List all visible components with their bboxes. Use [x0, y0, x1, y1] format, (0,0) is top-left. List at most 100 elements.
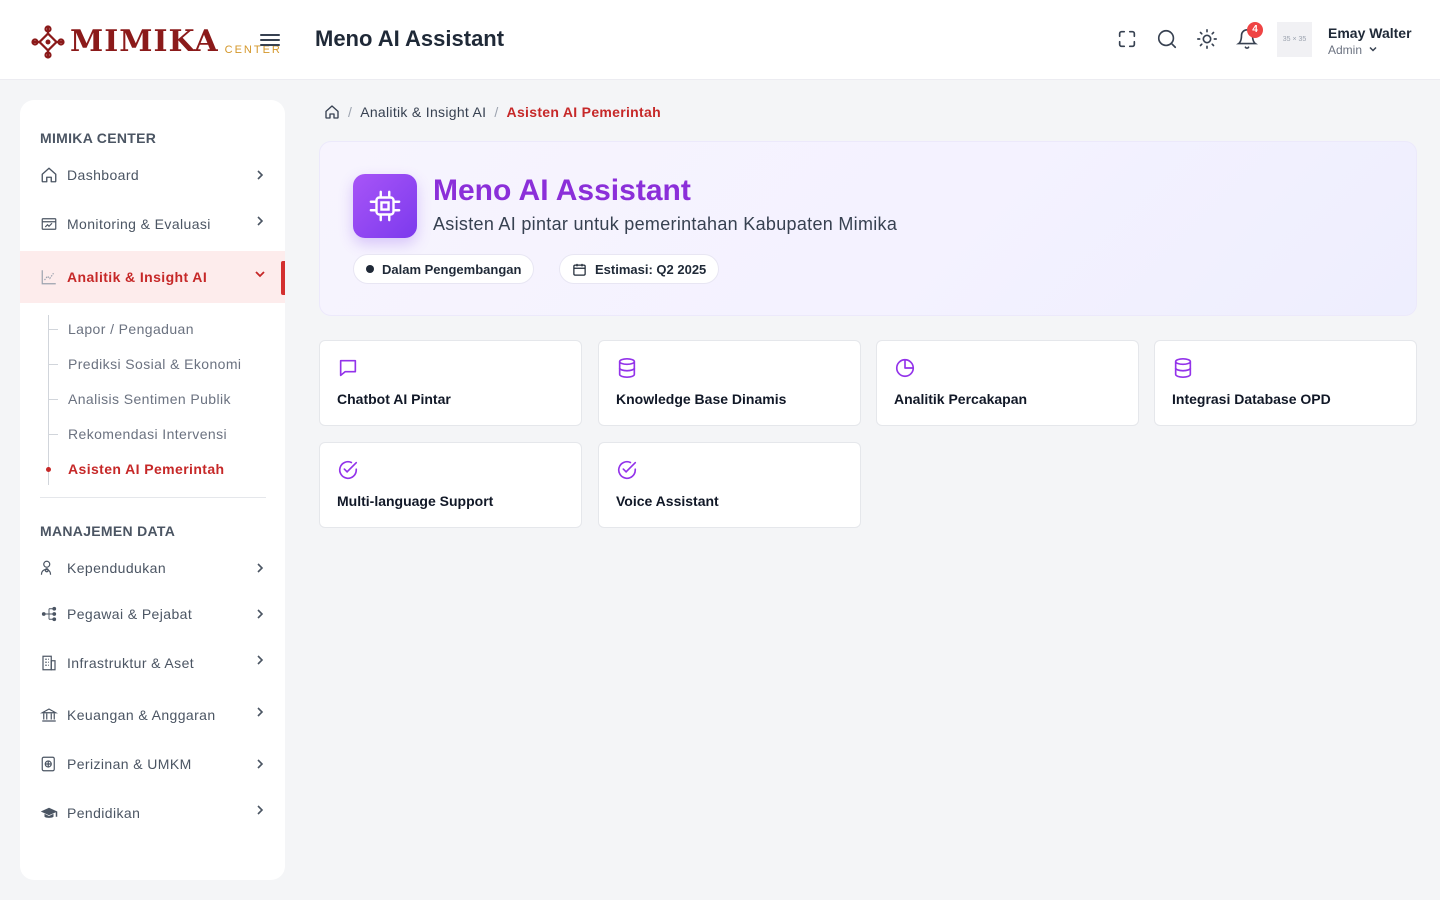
- submenu-item-rekomendasi[interactable]: Rekomendasi Intervensi: [48, 422, 285, 448]
- sidebar-item-analitik[interactable]: Analitik & Insight AI: [20, 251, 285, 303]
- chevron-down-icon: [1369, 46, 1377, 52]
- sidebar-divider: [40, 497, 266, 498]
- sidebar-item-label: Monitoring & Evaluasi: [67, 216, 211, 232]
- sidebar-item-monitoring[interactable]: Monitoring & Evaluasi: [20, 202, 285, 246]
- database-icon: [1172, 357, 1194, 379]
- page-title: Meno AI Assistant: [315, 26, 505, 51]
- chevron-right-icon: [257, 609, 264, 619]
- breadcrumb-current: Asisten AI Pemerintah: [506, 104, 661, 120]
- submenu-item-label: Prediksi Sosial & Ekonomi: [68, 356, 242, 372]
- submenu-item-sentimen[interactable]: Analisis Sentimen Publik: [48, 387, 285, 413]
- chevron-down-icon: [255, 271, 265, 278]
- chevron-right-icon: [257, 216, 264, 226]
- status-text: Dalam Pengembangan: [382, 261, 522, 277]
- feature-card-label: Analitik Percakapan: [894, 391, 1028, 407]
- sidebar-item-pegawai[interactable]: Pegawai & Pejabat: [20, 592, 285, 636]
- feature-card-label: Integrasi Database OPD: [1172, 391, 1331, 407]
- sun-theme-icon[interactable]: [1196, 28, 1218, 50]
- submenu-item-label: Rekomendasi Intervensi: [68, 426, 227, 442]
- top-header: MIMIKA CENTER Meno AI Assistant 4 35 × 3…: [0, 0, 1440, 80]
- feature-card-integrasi[interactable]: Integrasi Database OPD: [1154, 340, 1417, 426]
- sidebar-item-label: Perizinan & UMKM: [67, 756, 192, 772]
- monitor-chart-icon: [40, 215, 58, 233]
- breadcrumb-separator: /: [494, 104, 499, 120]
- submenu-item-lapor[interactable]: Lapor / Pengaduan: [48, 317, 285, 343]
- org-chart-icon: [40, 605, 58, 623]
- feature-card-multi-language[interactable]: Multi-language Support: [319, 442, 582, 528]
- check-circle-icon: [337, 459, 359, 481]
- users-icon: [40, 559, 58, 577]
- estimate-text: Estimasi: Q2 2025: [595, 261, 707, 277]
- breadcrumb: / Analitik & Insight AI / Asisten AI Pem…: [324, 104, 661, 120]
- breadcrumb-separator: /: [348, 104, 353, 120]
- user-role-label: Admin: [1328, 43, 1363, 57]
- sidebar-item-label: Keuangan & Anggaran: [67, 707, 216, 723]
- notification-badge: 4: [1247, 22, 1263, 38]
- sidebar-item-label: Analitik & Insight AI: [67, 269, 208, 285]
- check-circle-icon: [616, 459, 638, 481]
- chevron-right-icon: [257, 563, 264, 573]
- chevron-right-icon: [257, 759, 264, 769]
- feature-card-label: Knowledge Base Dinamis: [616, 391, 787, 407]
- sidebar-item-pendidikan[interactable]: Pendidikan: [20, 791, 285, 835]
- sidebar-item-label: Dashboard: [67, 167, 140, 183]
- cpu-chip-icon: [353, 174, 417, 238]
- menu-toggle-button[interactable]: [260, 31, 280, 49]
- submenu-item-label: Lapor / Pengaduan: [68, 321, 194, 337]
- avatar[interactable]: 35 × 35: [1277, 22, 1312, 57]
- chevron-right-icon: [257, 707, 264, 717]
- sidebar-item-keuangan[interactable]: Keuangan & Anggaran: [20, 693, 285, 737]
- calendar-icon: [573, 263, 586, 276]
- chevron-right-icon: [257, 805, 264, 815]
- status-badge: Dalam Pengembangan: [353, 254, 535, 284]
- line-chart-icon: [40, 268, 58, 286]
- pie-chart-icon: [894, 357, 916, 379]
- hero-subtitle: Asisten AI pintar untuk pemerintahan Kab…: [433, 214, 898, 234]
- active-dot: [46, 467, 51, 472]
- document-globe-icon: [40, 755, 58, 773]
- sidebar-item-dashboard[interactable]: Dashboard: [20, 153, 285, 197]
- sidebar-item-perizinan[interactable]: Perizinan & UMKM: [20, 742, 285, 786]
- sidebar-item-label: Kependudukan: [67, 560, 166, 576]
- sidebar-item-kependudukan[interactable]: Kependudukan: [20, 546, 285, 590]
- search-icon[interactable]: [1156, 28, 1178, 50]
- breadcrumb-parent[interactable]: Analitik & Insight AI: [360, 104, 486, 120]
- feature-card-voice-assistant[interactable]: Voice Assistant: [598, 442, 861, 528]
- active-indicator: [281, 261, 285, 295]
- submenu-item-label: Asisten AI Pemerintah: [68, 461, 225, 477]
- submenu-item-label: Analisis Sentimen Publik: [68, 391, 231, 407]
- sidebar: MIMIKA CENTER Dashboard Monitoring & Eva…: [20, 100, 285, 880]
- status-dot: [366, 265, 374, 273]
- estimate-badge: Estimasi: Q2 2025: [559, 254, 720, 284]
- logo-wordmark: MIMIKA: [70, 24, 219, 59]
- submenu-item-asisten-ai[interactable]: Asisten AI Pemerintah: [46, 457, 285, 483]
- mimika-logo[interactable]: MIMIKA CENTER: [30, 20, 282, 60]
- sidebar-section-title: MIMIKA CENTER: [40, 130, 157, 146]
- feature-card-knowledge-base[interactable]: Knowledge Base Dinamis: [598, 340, 861, 426]
- sidebar-item-infrastruktur[interactable]: Infrastruktur & Aset: [20, 641, 285, 685]
- sidebar-item-label: Infrastruktur & Aset: [67, 655, 195, 671]
- home-icon[interactable]: [324, 104, 340, 120]
- user-name[interactable]: Emay Walter: [1328, 25, 1412, 41]
- home-icon: [40, 166, 58, 184]
- bank-icon: [39, 706, 59, 724]
- fullscreen-icon[interactable]: [1116, 28, 1138, 50]
- database-icon: [616, 357, 638, 379]
- feature-card-label: Chatbot AI Pintar: [337, 391, 451, 407]
- user-role-dropdown[interactable]: Admin: [1328, 43, 1378, 57]
- feature-card-chatbot[interactable]: Chatbot AI Pintar: [319, 340, 582, 426]
- feature-card-label: Voice Assistant: [616, 493, 719, 509]
- sidebar-item-label: Pendidikan: [67, 805, 141, 821]
- graduation-cap-icon: [40, 804, 58, 822]
- hero-banner: Meno AI Assistant Asisten AI pintar untu…: [319, 141, 1417, 316]
- chevron-right-icon: [257, 170, 264, 180]
- message-square-icon: [337, 357, 359, 379]
- hero-title: Meno AI Assistant: [433, 174, 691, 207]
- chevron-right-icon: [257, 655, 264, 665]
- feature-card-label: Multi-language Support: [337, 493, 494, 509]
- building-icon: [40, 654, 58, 672]
- mimika-emblem-icon: [31, 25, 65, 59]
- sidebar-section-title: MANAJEMEN DATA: [40, 523, 176, 539]
- feature-card-analitik[interactable]: Analitik Percakapan: [876, 340, 1139, 426]
- submenu-item-prediksi[interactable]: Prediksi Sosial & Ekonomi: [48, 352, 285, 378]
